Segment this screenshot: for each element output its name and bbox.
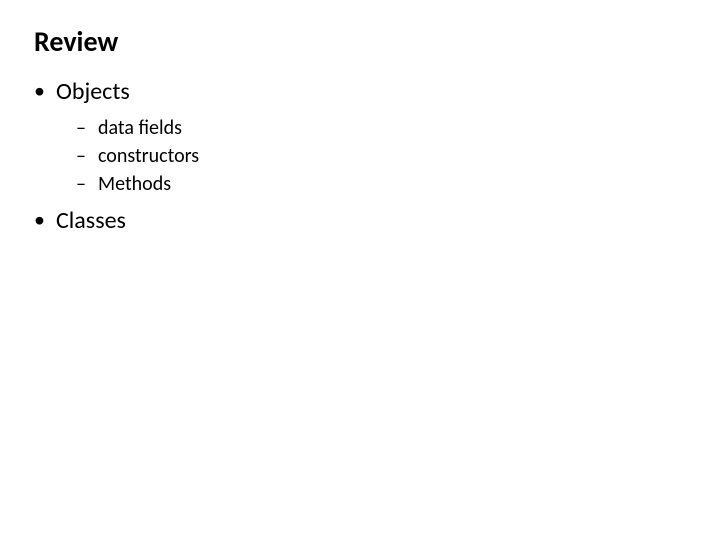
- list-item: Methods: [56, 172, 686, 196]
- sub-bullet-label: constructors: [98, 144, 199, 168]
- bullet-label: Classes: [56, 206, 126, 235]
- bullet-list: Objects data fields constructors Methods…: [34, 77, 686, 235]
- sub-bullet-label: Methods: [98, 172, 171, 196]
- slide: Review Objects data fields constructors …: [0, 0, 720, 265]
- list-item: Classes: [34, 206, 686, 235]
- list-item: Objects data fields constructors Methods: [34, 77, 686, 196]
- list-item: data fields: [56, 116, 686, 140]
- bullet-label: Objects: [56, 77, 130, 106]
- sub-bullet-label: data fields: [98, 116, 182, 140]
- sub-list: data fields constructors Methods: [56, 116, 686, 196]
- list-item: constructors: [56, 144, 686, 168]
- slide-title: Review: [34, 24, 686, 59]
